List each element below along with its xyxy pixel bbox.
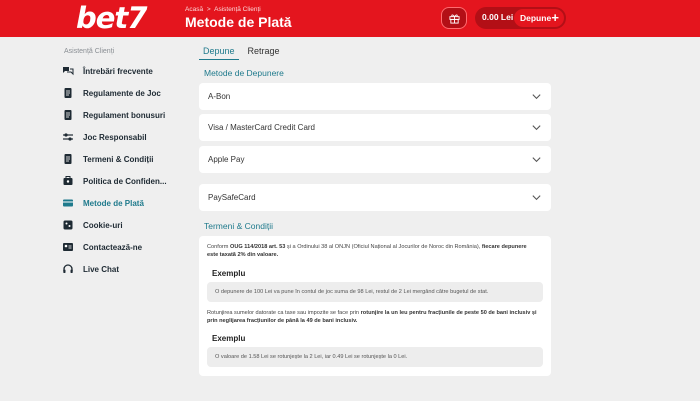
example-box: O valoare de 1.58 Lei se rotunjește la 2…	[207, 347, 543, 367]
deposit-label: Depune	[520, 13, 552, 23]
method-accordion-paysafecard[interactable]: PaySafeCard	[199, 184, 551, 211]
example-box: O depunere de 100 Lei va pune în contul …	[207, 282, 543, 302]
terms-text: Conform	[207, 244, 231, 250]
sidebar-item-terms[interactable]: Termeni & Condiții	[62, 148, 182, 170]
terms-text: și a Ordinului 38 al ONJN (Oficiul Națio…	[285, 244, 482, 250]
method-label: Visa / MasterCard Credit Card	[208, 123, 315, 132]
chevron-down-icon	[532, 94, 541, 100]
sidebar-item-label: Politica de Confiden...	[83, 176, 167, 186]
deposit-methods-title: Metode de Depunere	[204, 68, 284, 78]
shield-icon	[62, 175, 74, 187]
method-label: A-Bon	[208, 92, 231, 101]
sidebar-item-label: Contactează-ne	[83, 242, 143, 252]
sidebar-item-privacy[interactable]: Politica de Confiden...	[62, 170, 182, 192]
tab-deposit[interactable]: Depune	[199, 44, 239, 60]
tab-withdraw[interactable]: Retrage	[244, 44, 284, 60]
logo-seven: 7	[127, 1, 147, 35]
sidebar-item-game-rules[interactable]: Regulamente de Joc	[62, 82, 182, 104]
gift-icon	[448, 14, 460, 24]
terms-paragraph-rounding: Rotunjirea sumelor datorate ca taxe sau …	[207, 309, 537, 325]
balance-amount: 0.00 Lei	[482, 12, 514, 22]
sidebar-item-payment-methods[interactable]: Metode de Plată	[62, 192, 182, 214]
bet7-logo[interactable]: bet7	[76, 1, 147, 35]
sidebar-item-bonus-rules[interactable]: Regulament bonusuri	[62, 104, 182, 126]
sidebar-item-label: Regulament bonusuri	[83, 110, 166, 120]
sidebar-item-responsible-gaming[interactable]: Joc Responsabil	[62, 126, 182, 148]
example-title: Exemplu	[212, 269, 246, 278]
gift-button[interactable]	[441, 7, 467, 29]
sidebar-item-live-chat[interactable]: Live Chat	[62, 258, 182, 280]
faq-icon	[62, 65, 74, 77]
terms-law-reference: OUG 114/2018 art. 53	[230, 244, 286, 250]
terms-card: Conform OUG 114/2018 art. 53 și a Ordinu…	[199, 236, 551, 376]
terms-paragraph-tax: Conform OUG 114/2018 art. 53 și a Ordinu…	[207, 243, 537, 259]
breadcrumb-support[interactable]: Asistență Clienți	[214, 6, 261, 13]
document-icon	[62, 87, 74, 99]
balance-pill[interactable]: 0.00 Lei Depune +	[475, 7, 566, 29]
breadcrumb-home[interactable]: Acasă	[185, 6, 203, 13]
breadcrumb: Acasă > Asistență Clienți	[185, 6, 261, 13]
sidebar-item-label: Joc Responsabil	[83, 132, 147, 142]
sidebar-item-label: Cookie-uri	[83, 220, 123, 230]
method-accordion-visa-mastercard[interactable]: Visa / MasterCard Credit Card	[199, 114, 551, 141]
example-title: Exemplu	[212, 334, 246, 343]
sidebar-item-label: Regulamente de Joc	[83, 88, 161, 98]
sidebar-item-label: Termeni & Condiții	[83, 154, 154, 164]
method-label: Apple Pay	[208, 155, 245, 164]
card-icon	[62, 197, 74, 209]
cookie-icon	[62, 219, 74, 231]
sidebar-item-contact[interactable]: Contactează-ne	[62, 236, 182, 258]
sidebar-item-label: Întrebări frecvente	[83, 66, 153, 76]
payment-tabs: Depune Retrage	[199, 44, 289, 60]
sliders-icon	[62, 131, 74, 143]
page-title: Metode de Plată	[185, 14, 292, 30]
terms-text: Rotunjirea sumelor datorate ca taxe sau …	[207, 310, 361, 316]
deposit-button[interactable]: Depune +	[514, 9, 564, 27]
logo-text: bet	[76, 1, 128, 35]
terms-title: Termeni & Condiții	[204, 221, 273, 231]
sidebar-item-cookies[interactable]: Cookie-uri	[62, 214, 182, 236]
top-header: bet7 Acasă > Asistență Clienți Metode de…	[0, 0, 700, 37]
sidebar-item-label: Live Chat	[83, 264, 120, 274]
document-icon	[62, 153, 74, 165]
method-label: PaySafeCard	[208, 193, 256, 202]
document-icon	[62, 109, 74, 121]
chevron-down-icon	[532, 195, 541, 201]
chevron-down-icon	[532, 125, 541, 131]
headset-icon	[62, 263, 74, 275]
method-accordion-abon[interactable]: A-Bon	[199, 83, 551, 110]
sidebar: Asistență Clienți Întrebări frecvente Re…	[62, 48, 182, 280]
method-accordion-apple-pay[interactable]: Apple Pay	[199, 146, 551, 173]
sidebar-heading: Asistență Clienți	[64, 48, 115, 55]
contact-icon	[62, 241, 74, 253]
sidebar-item-faq[interactable]: Întrebări frecvente	[62, 60, 182, 82]
chevron-down-icon	[532, 157, 541, 163]
sidebar-item-label: Metode de Plată	[83, 198, 144, 208]
breadcrumb-separator: >	[206, 6, 211, 13]
plus-icon: +	[551, 10, 559, 25]
